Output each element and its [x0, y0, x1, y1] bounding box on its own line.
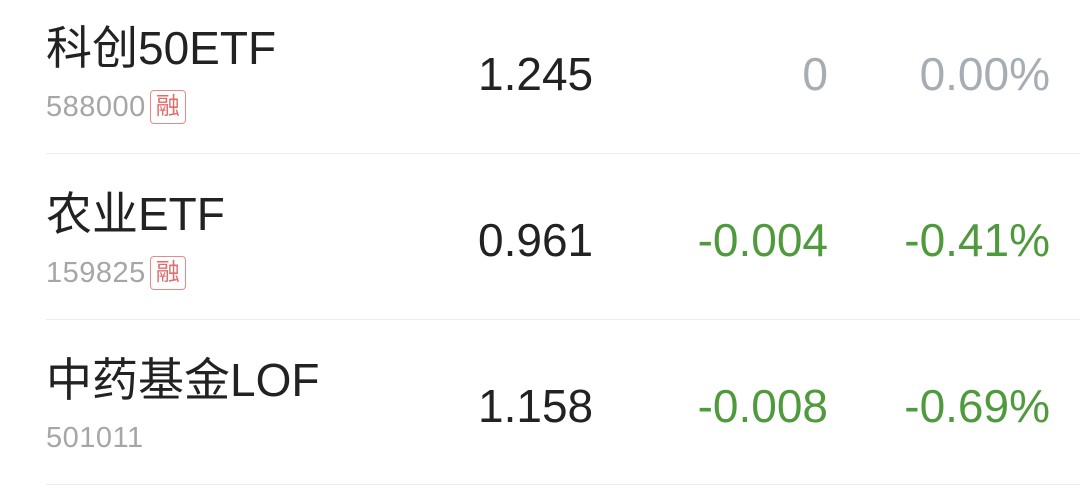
list-item[interactable]: 科创50ETF 588000 融 1.245 0 0.00% — [0, 0, 1080, 166]
price-change: -0.004 — [697, 214, 828, 266]
fund-code: 159825 — [46, 257, 146, 289]
fund-name: 农业ETF — [46, 188, 225, 240]
divider — [46, 319, 1080, 320]
fund-code-line: 159825 融 — [46, 256, 186, 290]
margin-trading-badge: 融 — [149, 256, 186, 290]
price: 0.961 — [478, 214, 594, 266]
fund-code: 588000 — [46, 91, 146, 123]
fund-name: 中药基金LOF — [46, 354, 320, 406]
divider — [46, 484, 1080, 485]
fund-name: 科创50ETF — [46, 22, 277, 74]
margin-trading-badge: 融 — [149, 90, 186, 124]
price: 1.158 — [478, 380, 594, 432]
price-change: -0.008 — [697, 380, 828, 432]
fund-code-line: 501011 — [46, 422, 144, 454]
fund-code-line: 588000 融 — [46, 90, 186, 124]
percent-change: -0.69% — [904, 380, 1050, 432]
list-item[interactable]: 中药基金LOF 501011 1.158 -0.008 -0.69% — [0, 332, 1080, 498]
fund-code: 501011 — [46, 422, 144, 454]
list-item[interactable]: 农业ETF 159825 融 0.961 -0.004 -0.41% — [0, 166, 1080, 332]
price: 1.245 — [478, 48, 594, 100]
percent-change: -0.41% — [904, 214, 1050, 266]
percent-change: 0.00% — [919, 48, 1050, 100]
price-change: 0 — [802, 48, 828, 100]
divider — [46, 153, 1080, 154]
fund-list: 科创50ETF 588000 融 1.245 0 0.00% 农业ETF 159… — [0, 0, 1080, 489]
